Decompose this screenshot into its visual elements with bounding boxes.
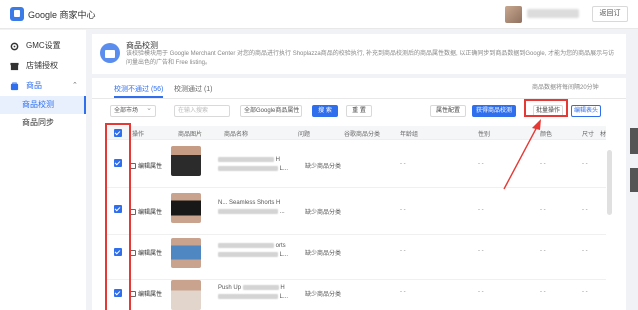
size-value: - - — [582, 161, 588, 167]
sidebar-item-label: 商品 — [26, 81, 42, 90]
chevron-up-icon: ⌃ — [72, 82, 78, 89]
issue-text: 缺少商品分类 — [305, 164, 342, 170]
tab-failed[interactable]: 校测不通过 (56) — [114, 84, 164, 98]
product-name: H L... — [218, 156, 298, 174]
column-header: 谷歌商品分类 — [344, 132, 381, 138]
issue-text: 缺少商品分类 — [305, 251, 342, 257]
size-value: - - — [582, 248, 588, 254]
column-header: 操作 — [132, 132, 145, 138]
color-value: - - — [540, 289, 546, 295]
issue-text: 缺少商品分类 — [305, 210, 342, 216]
product-thumbnail — [171, 193, 201, 223]
search-button[interactable]: 搜 索 — [312, 105, 338, 117]
top-bar: Google 商家中心 返回订 — [0, 0, 638, 29]
size-value: - - — [582, 289, 588, 295]
reset-button[interactable]: 重 置 — [346, 105, 372, 117]
product-thumbnail — [171, 146, 201, 176]
table-row[interactable]: 编辑属性 N... Seamless Shorts H ... 缺少商品分类 -… — [106, 189, 606, 235]
sidebar-item-label: GMC设置 — [26, 41, 61, 50]
page-header: 商品校测 该校验模块用于 Google Merchant Center 对您的商… — [92, 34, 626, 74]
table-row[interactable]: 编辑属性 orts L... 缺少商品分类 - - - - - - - - — [106, 234, 606, 280]
table-row[interactable]: 编辑属性 Push Up H L... 缺少商品分类 - - - - - - -… — [106, 276, 606, 310]
column-header: 性别 — [478, 132, 491, 138]
app-title: Google 商家中心 — [28, 10, 96, 20]
attribute-config-button[interactable]: 属性配置 — [430, 105, 466, 117]
sidebar-item-store-auth[interactable]: 店铺授权 — [0, 56, 86, 76]
side-edge-tab[interactable] — [630, 168, 638, 192]
edit-attributes-link[interactable]: 编辑属性 — [130, 161, 162, 170]
table-header: 操作 商品图片 商品名称 问题 谷歌商品分类 年龄组 性别 颜色 尺寸 材 — [106, 126, 606, 140]
search-input[interactable]: 在输入搜索 — [174, 105, 230, 117]
edit-columns-button[interactable]: 编辑表头 — [571, 105, 601, 117]
sidebar-item-label: 店铺授权 — [26, 61, 58, 70]
sidebar-item-label: 商品同步 — [22, 118, 54, 127]
product-thumbnail — [171, 238, 201, 268]
page-description: 该校验模块用于 Google Merchant Center 对您的商品进行执行… — [126, 51, 615, 66]
sidebar: GMC设置 店铺授权 商品 ⌃ 商品校测 商品同步 — [0, 30, 86, 310]
vertical-scrollbar[interactable] — [607, 150, 612, 215]
user-name-blurred — [527, 9, 579, 18]
sidebar-item-product-sync[interactable]: 商品同步 — [0, 114, 86, 132]
gender-value: - - — [478, 248, 484, 254]
sidebar-item-gmc-settings[interactable]: GMC设置 — [0, 36, 86, 56]
product-icon — [10, 82, 19, 91]
highlight-bulk-edit — [524, 99, 568, 117]
product-thumbnail — [171, 280, 201, 310]
sidebar-item-products[interactable]: 商品 ⌃ — [0, 76, 86, 96]
sync-time-note: 商品数据将每间隔20分钟 — [532, 85, 599, 91]
product-name: orts L... — [218, 242, 298, 260]
color-value: - - — [540, 207, 546, 213]
issue-text: 缺少商品分类 — [305, 292, 342, 298]
column-header: 材 — [600, 132, 607, 138]
column-header: 商品名称 — [224, 132, 249, 138]
age-group-value: - - — [400, 207, 406, 213]
column-header: 商品图片 — [178, 132, 203, 138]
product-name: Push Up H L... — [218, 284, 289, 300]
size-value: - - — [582, 207, 588, 213]
tab-passed[interactable]: 校测通过 (1) — [174, 84, 213, 98]
update-check-button[interactable]: 获得商品校测 — [472, 105, 516, 117]
gender-value: - - — [478, 207, 484, 213]
product-name: N... Seamless Shorts H ... — [218, 200, 285, 215]
app-logo-icon — [10, 7, 24, 21]
market-select[interactable]: 全部市场 — [110, 104, 156, 117]
age-group-value: - - — [400, 248, 406, 254]
gender-value: - - — [478, 289, 484, 295]
column-header: 问题 — [298, 132, 311, 138]
category-select[interactable]: 全部Google商品属性 — [240, 104, 302, 117]
color-value: - - — [540, 161, 546, 167]
column-header: 尺寸 — [582, 132, 595, 138]
gender-value: - - — [478, 161, 484, 167]
side-edge-tab[interactable] — [630, 128, 638, 154]
highlight-checkbox-column — [105, 123, 131, 310]
color-value: - - — [540, 248, 546, 254]
table-row[interactable]: 编辑属性 H L... 缺少商品分类 - - - - - - - - — [106, 142, 606, 188]
avatar[interactable] — [505, 6, 522, 23]
column-header: 年龄组 — [400, 132, 419, 138]
back-button[interactable]: 返回订 — [592, 6, 628, 22]
sidebar-item-label: 商品校测 — [22, 100, 54, 109]
shopping-bag-icon — [100, 43, 120, 63]
edit-attributes-link[interactable]: 编辑属性 — [130, 289, 162, 298]
edit-attributes-link[interactable]: 编辑属性 — [130, 207, 162, 216]
shop-icon — [10, 62, 19, 71]
sidebar-item-product-check[interactable]: 商品校测 — [0, 96, 86, 114]
age-group-value: - - — [400, 161, 406, 167]
edit-attributes-link[interactable]: 编辑属性 — [130, 248, 162, 257]
age-group-value: - - — [400, 289, 406, 295]
gear-icon — [10, 42, 19, 51]
column-header: 颜色 — [540, 132, 553, 138]
